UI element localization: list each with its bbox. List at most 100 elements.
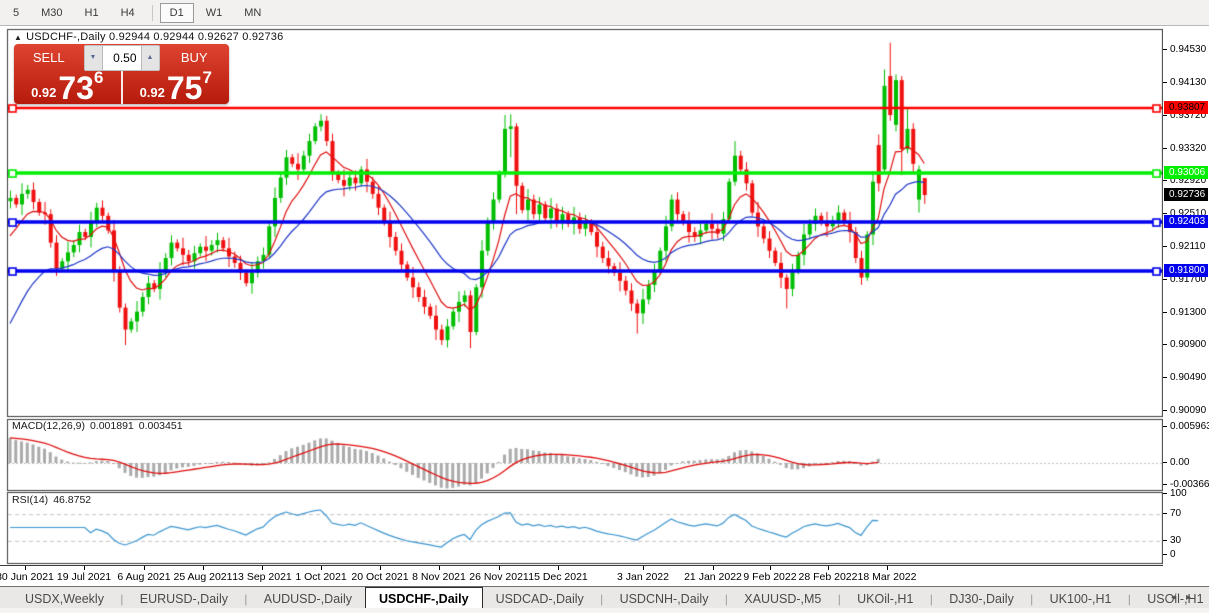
tab-usdcnh-daily[interactable]: USDCNH-,Daily	[607, 588, 722, 609]
price-level-badge-0.91800: 0.91800	[1164, 264, 1208, 277]
rsi-indicator-label: RSI(14)46.8752	[12, 494, 96, 506]
tab-separator: |	[1124, 592, 1134, 606]
sell-price[interactable]: 0.92 73 6	[14, 71, 121, 104]
date-axis-label: 13 Sep 2021	[232, 571, 292, 583]
axis-tick-mark	[1163, 148, 1167, 149]
price-axis-label: 0.90900	[1170, 339, 1206, 350]
date-tick-mark	[321, 566, 322, 570]
sell-price-point: 6	[94, 72, 103, 84]
one-click-trading-panel: SELL ▼ ▲ BUY 0.92 73 6 0.92 75 7	[14, 44, 229, 104]
tab-xauusd-m5[interactable]: XAUUSD-,M5	[731, 588, 834, 609]
date-axis-label: 19 Jul 2021	[57, 571, 111, 583]
date-tick-mark	[887, 566, 888, 570]
tab-separator: |	[597, 592, 607, 606]
axis-tick-mark	[1163, 484, 1167, 485]
macd-value-main: 0.001891	[90, 420, 134, 432]
axis-tick-mark	[1163, 180, 1167, 181]
price-level-badge-0.92736: 0.92736	[1164, 188, 1208, 201]
chart-ohlc-values: 0.92944 0.92944 0.92627 0.92736	[109, 31, 283, 43]
tab-scroll-arrows: ◂▸	[1171, 592, 1201, 603]
price-axis-label: 0.90490	[1170, 372, 1206, 383]
macd-indicator-label: MACD(12,26,9) 0.001891 0.003451	[12, 420, 188, 432]
sell-button[interactable]: SELL	[14, 44, 84, 71]
chart-symbol-label: USDCHF-,Daily	[26, 31, 106, 43]
date-tick-mark	[203, 566, 204, 570]
timeframe-button-5[interactable]: 5	[3, 3, 29, 23]
rsi-axis-label: 100	[1170, 488, 1187, 499]
volume-decrease-button[interactable]: ▼	[85, 46, 102, 70]
date-tick-mark	[828, 566, 829, 570]
date-axis-label: 18 Mar 2022	[858, 571, 917, 583]
buy-button[interactable]: BUY	[160, 44, 230, 71]
date-axis-label: 6 Aug 2021	[117, 571, 170, 583]
timeframe-button-h1[interactable]: H1	[75, 3, 109, 23]
price-axis-label: 0.93320	[1170, 143, 1206, 154]
price-divider	[121, 71, 123, 104]
axis-tick-mark	[1163, 82, 1167, 83]
macd-name: MACD(12,26,9)	[12, 420, 85, 432]
axis-tick-mark	[1163, 377, 1167, 378]
tab-scroll-left-icon[interactable]: ◂	[1171, 592, 1186, 603]
axis-tick-mark	[1163, 540, 1167, 541]
tab-scroll-right-icon[interactable]: ▸	[1186, 592, 1201, 603]
price-level-badge-0.93807: 0.93807	[1164, 101, 1208, 114]
axis-tick-mark	[1163, 410, 1167, 411]
timeframe-button-w1[interactable]: W1	[196, 3, 233, 23]
tab-dj30-daily[interactable]: DJ30-,Daily	[936, 588, 1027, 609]
date-axis-label: 8 Nov 2021	[412, 571, 466, 583]
axis-tick-mark	[1163, 246, 1167, 247]
timeframe-button-d1[interactable]: D1	[160, 3, 194, 23]
rsi-value: 46.8752	[53, 494, 91, 506]
trade-panel-price-row: 0.92 73 6 0.92 75 7	[14, 71, 229, 104]
timeframe-button-m30[interactable]: M30	[31, 3, 72, 23]
volume-spinner: ▼ ▲	[84, 45, 160, 71]
axis-tick-mark	[1163, 49, 1167, 50]
tab-usdx-weekly[interactable]: USDX,Weekly	[12, 588, 117, 609]
date-axis-label: 21 Jan 2022	[684, 571, 742, 583]
price-axis-label: 0.91300	[1170, 307, 1206, 318]
date-axis-label: 3 Jan 2022	[617, 571, 669, 583]
timeframe-button-h4[interactable]: H4	[111, 3, 145, 23]
date-tick-mark	[558, 566, 559, 570]
timeframe-toolbar: 5M30H1H4 D1W1MN	[0, 0, 1209, 26]
tab-eurusd-daily[interactable]: EURUSD-,Daily	[127, 588, 241, 609]
toolbar-separator	[152, 5, 153, 21]
volume-increase-button[interactable]: ▲	[142, 46, 159, 70]
date-tick-mark	[643, 566, 644, 570]
axis-tick-mark	[1163, 462, 1167, 463]
macd-value-signal: 0.003451	[139, 420, 183, 432]
date-tick-mark	[713, 566, 714, 570]
buy-price-base: 0.92	[140, 83, 165, 102]
tab-separator: |	[926, 592, 936, 606]
tab-uk100-h1[interactable]: UK100-,H1	[1037, 588, 1125, 609]
axis-tick-mark	[1163, 115, 1167, 116]
date-tick-mark	[144, 566, 145, 570]
price-level-badge-0.93006: 0.93006	[1164, 166, 1208, 179]
tab-ukoil-h1[interactable]: UKOil-,H1	[844, 588, 926, 609]
axis-tick-mark	[1163, 344, 1167, 345]
tab-separator: |	[721, 592, 731, 606]
date-tick-mark	[499, 566, 500, 570]
date-axis-label: 30 Jun 2021	[0, 571, 54, 583]
tab-usdcad-daily[interactable]: USDCAD-,Daily	[483, 588, 597, 609]
price-axis[interactable]: 0.945300.941300.937200.933200.929200.925…	[1163, 28, 1209, 565]
volume-input[interactable]	[102, 46, 142, 70]
axis-tick-mark	[1163, 493, 1167, 494]
chart-title: ▲ USDCHF-,Daily 0.92944 0.92944 0.92627 0…	[14, 31, 283, 43]
buy-price[interactable]: 0.92 75 7	[123, 71, 230, 104]
date-axis[interactable]: 30 Jun 202119 Jul 20216 Aug 202125 Aug 2…	[0, 565, 1163, 586]
price-axis-label: 0.94530	[1170, 44, 1206, 55]
arrow-up-icon: ▲	[147, 54, 154, 61]
macd-axis-label: 0.005963	[1170, 421, 1209, 432]
sell-price-pips: 73	[58, 74, 94, 102]
collapse-arrow-icon[interactable]: ▲	[14, 33, 22, 42]
date-axis-label: 15 Dec 2021	[528, 571, 588, 583]
chart-canvas[interactable]	[0, 28, 1163, 565]
date-axis-label: 20 Oct 2021	[351, 571, 408, 583]
mt4-workspace: 5M30H1H4 D1W1MN ▲ USDCHF-,Daily 0.92944 0.…	[0, 0, 1209, 613]
date-tick-mark	[25, 566, 26, 570]
tab-audusd-daily[interactable]: AUDUSD-,Daily	[251, 588, 365, 609]
timeframe-button-mn[interactable]: MN	[234, 3, 271, 23]
date-axis-label: 1 Oct 2021	[295, 571, 346, 583]
date-axis-label: 26 Nov 2021	[469, 571, 529, 583]
